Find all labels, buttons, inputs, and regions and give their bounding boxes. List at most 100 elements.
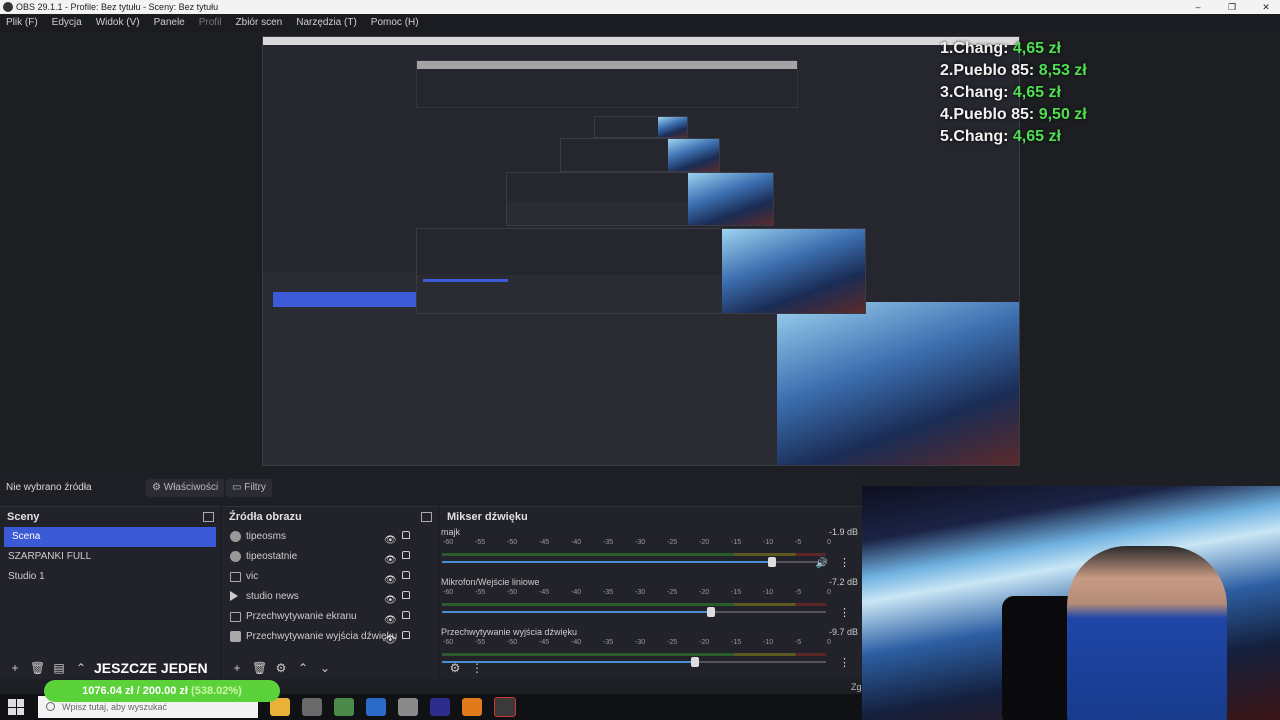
- move-up-button[interactable]: ⌃: [296, 661, 310, 675]
- scene-item[interactable]: Scena: [4, 527, 216, 547]
- menu-file[interactable]: Plik (F): [6, 14, 38, 32]
- meter-tick: -35: [603, 589, 614, 596]
- search-icon: [46, 702, 55, 711]
- menu-profile[interactable]: Profil: [199, 14, 222, 32]
- menu-edit[interactable]: Edycja: [52, 14, 82, 32]
- meter-tick: -5: [795, 589, 802, 596]
- meter-tick: -30: [635, 589, 646, 596]
- menu-help[interactable]: Pomoc (H): [371, 14, 419, 32]
- meter-scale: -60 -55 -50 -45 -40 -35 -30 -25 -20 -15 -10 -5 0: [441, 639, 862, 649]
- meter-tick: -10: [763, 589, 774, 596]
- lock-icon[interactable]: [402, 631, 410, 639]
- menu-scene-collection[interactable]: Zbiór scen: [236, 14, 283, 32]
- filters-button[interactable]: ▭ Filtry: [226, 479, 272, 497]
- meter-tick: -55: [475, 639, 486, 646]
- meter-tick: -15: [731, 639, 742, 646]
- speaker-icon[interactable]: 🔊: [816, 558, 828, 569]
- move-down-button[interactable]: ⌄: [318, 661, 332, 675]
- streamer-figure: [1067, 546, 1227, 720]
- volume-meter: [442, 603, 826, 606]
- premiere-icon[interactable]: [430, 698, 450, 716]
- mixer-menu-icon[interactable]: ⋮: [470, 661, 484, 675]
- meter-tick: -25: [667, 539, 678, 546]
- lock-icon[interactable]: [402, 611, 410, 619]
- source-settings-button[interactable]: ⚙: [274, 661, 288, 675]
- slider-knob[interactable]: [768, 557, 777, 567]
- source-item[interactable]: Przechwytywanie wyjścia dźwięku 👁: [222, 627, 438, 647]
- lock-icon[interactable]: [402, 591, 410, 599]
- scene-item[interactable]: SZARPANKI FULL: [0, 547, 220, 567]
- lock-icon[interactable]: [402, 551, 410, 559]
- minimize-button[interactable]: –: [1192, 0, 1204, 14]
- app-icon[interactable]: [334, 698, 354, 716]
- ranking-row: 2.Pueblo 85: 8,53 zł: [940, 62, 1087, 79]
- preview-canvas[interactable]: 1.Chang: 4,65 zł 2.Pueblo 85: 8,53 zł 3.…: [0, 32, 1280, 468]
- mixer-channel: majk -1.9 dB -60 -55 -50 -45 -40 -35 -30 -25 -20…: [440, 527, 862, 577]
- undock-icon[interactable]: [203, 512, 214, 522]
- properties-button[interactable]: ⚙ Właściwości: [146, 479, 225, 497]
- channel-menu-icon[interactable]: ⋮: [839, 556, 850, 569]
- menu-docks[interactable]: Panele: [154, 14, 185, 32]
- meter-tick: -30: [635, 639, 646, 646]
- meter-tick: -60: [443, 589, 454, 596]
- meter-tick: -10: [763, 639, 774, 646]
- channel-name: Mikrofon/Wejście liniowe: [441, 577, 540, 587]
- meter-tick: -25: [667, 639, 678, 646]
- app-icon[interactable]: [398, 698, 418, 716]
- mixer-settings-icon[interactable]: ⚙: [448, 661, 462, 675]
- meter-tick: -60: [443, 639, 454, 646]
- source-item[interactable]: studio news 👁: [222, 587, 438, 607]
- channel-menu-icon[interactable]: ⋮: [839, 606, 850, 619]
- meter-tick: -60: [443, 539, 454, 546]
- menu-view[interactable]: Widok (V): [96, 14, 140, 32]
- lock-icon[interactable]: [402, 531, 410, 539]
- source-item[interactable]: Przechwytywanie ekranu 👁: [222, 607, 438, 627]
- meter-tick: -5: [795, 539, 802, 546]
- obs-logo-icon: [3, 2, 13, 12]
- windows-start-icon[interactable]: [8, 699, 24, 715]
- app-icon[interactable]: [302, 698, 322, 716]
- obs-taskbar-icon[interactable]: [494, 697, 516, 717]
- add-source-button[interactable]: +: [230, 661, 244, 675]
- meter-tick: -40: [571, 589, 582, 596]
- lock-icon[interactable]: [402, 571, 410, 579]
- sources-dock: Źródła obrazu tipeosms 👁 tipeostatnie 👁 vi…: [222, 506, 438, 679]
- channel-db: -1.9 dB: [828, 527, 858, 537]
- add-scene-button[interactable]: +: [8, 661, 22, 675]
- close-button[interactable]: ✕: [1260, 0, 1272, 14]
- remove-source-button[interactable]: 🗑: [252, 661, 267, 675]
- source-item[interactable]: vic 👁: [222, 567, 438, 587]
- channel-db: -9.7 dB: [828, 627, 858, 637]
- meter-tick: -40: [571, 639, 582, 646]
- menu-tools[interactable]: Narzędzia (T): [296, 14, 357, 32]
- meter-tick: -55: [475, 589, 486, 596]
- meter-tick: -50: [507, 539, 518, 546]
- source-item[interactable]: tipeosms 👁: [222, 527, 438, 547]
- volume-slider[interactable]: [442, 607, 826, 617]
- source-item[interactable]: tipeostatnie 👁: [222, 547, 438, 567]
- meter-tick: -20: [699, 539, 710, 546]
- vlc-icon[interactable]: [462, 698, 482, 716]
- channel-db: -7.2 dB: [828, 577, 858, 587]
- remove-scene-button[interactable]: 🗑: [30, 661, 45, 675]
- visibility-eye-icon[interactable]: 👁: [384, 631, 397, 651]
- donation-goal-bar: 1076.04 zł / 200.00 zł (538.02%): [44, 680, 280, 702]
- scene-item[interactable]: Studio 1: [0, 567, 220, 587]
- image-icon: [230, 551, 241, 562]
- maximize-button[interactable]: ❐: [1226, 0, 1238, 14]
- volume-meter: [442, 553, 826, 556]
- undock-icon[interactable]: [421, 512, 432, 522]
- scene-filters-button[interactable]: ▤: [52, 661, 66, 675]
- meter-tick: -55: [475, 539, 486, 546]
- meter-tick: -50: [507, 639, 518, 646]
- scenes-dock: Sceny Scena SZARPANKI FULL Studio 1 + 🗑 …: [0, 506, 220, 679]
- audio-mixer-dock: Mikser dźwięku majk -1.9 dB -60 -55 -50 -45…: [440, 506, 862, 679]
- volume-slider[interactable]: [442, 557, 826, 567]
- meter-tick: -35: [603, 539, 614, 546]
- slider-knob[interactable]: [706, 607, 715, 617]
- meter-tick: -45: [539, 539, 550, 546]
- price-ranking-overlay: 1.Chang: 4,65 zł 2.Pueblo 85: 8,53 zł 3.…: [940, 38, 1087, 148]
- move-up-button[interactable]: ⌃: [74, 661, 88, 675]
- browser-icon[interactable]: [366, 698, 386, 716]
- overlay-text: JESZCZE JEDEN: [94, 660, 208, 676]
